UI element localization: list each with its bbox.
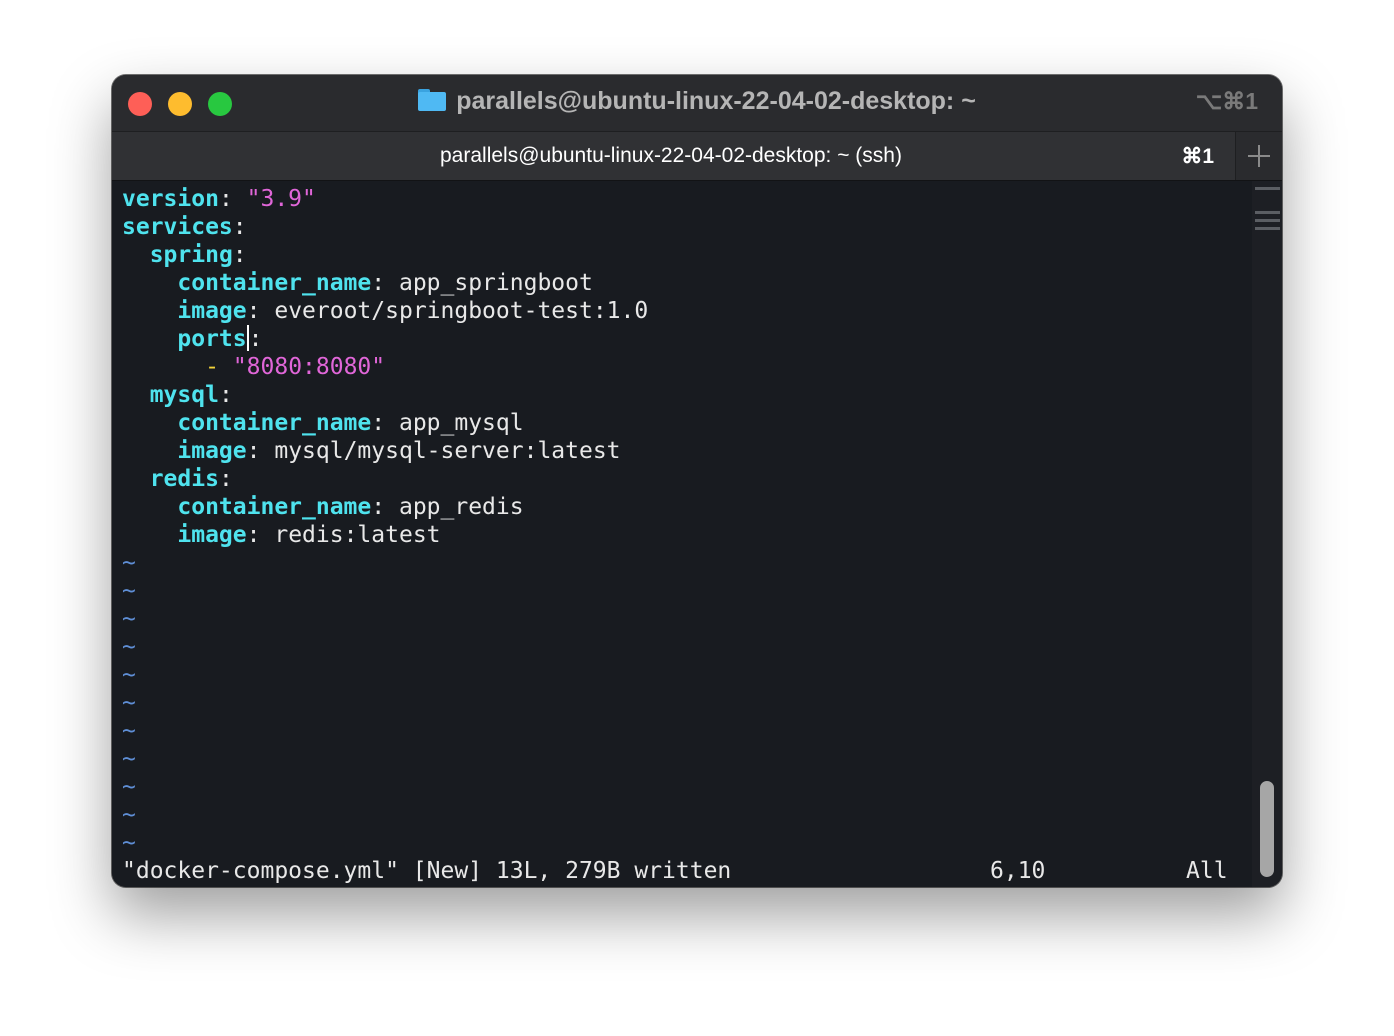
code-line: image: everoot/springboot-test:1.0 [177, 298, 649, 324]
scroll-indicator: All [1186, 858, 1228, 884]
scroll-grip [1255, 227, 1280, 230]
title-bar[interactable]: parallels@ubuntu-linux-22-04-02-desktop:… [112, 75, 1282, 131]
code-line: image: redis:latest [177, 522, 441, 548]
code-line: container_name: app_redis [177, 494, 524, 520]
tab-bar: parallels@ubuntu-linux-22-04-02-desktop:… [112, 131, 1282, 181]
tab-ssh[interactable]: parallels@ubuntu-linux-22-04-02-desktop:… [112, 144, 1230, 168]
empty-line-marker: ~ [122, 662, 136, 688]
code-line: services: [122, 214, 247, 240]
terminal-window: parallels@ubuntu-linux-22-04-02-desktop:… [112, 75, 1282, 887]
code-line: spring: [149, 242, 247, 268]
code-line: - "8080:8080" [205, 354, 386, 380]
empty-line-marker: ~ [122, 718, 136, 744]
code-line: redis: [149, 466, 233, 492]
scrollbar[interactable] [1252, 181, 1282, 887]
window-title-group: parallels@ubuntu-linux-22-04-02-desktop:… [112, 87, 1282, 116]
scroll-grip [1255, 187, 1280, 190]
scroll-grip [1255, 211, 1280, 214]
vim-editor[interactable]: version: "3.9" services: spring: contain… [112, 181, 1252, 887]
empty-line-marker: ~ [122, 774, 136, 800]
empty-line-marker: ~ [122, 634, 136, 660]
cursor-position: 6,10 [990, 858, 1046, 884]
status-message: "docker-compose.yml" [New] 13L, 279B wri… [122, 858, 732, 884]
empty-line-marker: ~ [122, 606, 136, 632]
window-shortcut: ⌥⌘1 [1195, 88, 1258, 114]
new-tab-button[interactable] [1235, 132, 1282, 180]
code-line: container_name: app_springboot [177, 270, 593, 296]
tab-shortcut: ⌘1 [1181, 145, 1214, 168]
empty-line-marker: ~ [122, 690, 136, 716]
code-line: container_name: app_mysql [177, 410, 524, 436]
code-line: mysql: [149, 382, 233, 408]
folder-icon [418, 89, 447, 111]
empty-line-marker: ~ [122, 746, 136, 772]
scroll-grip [1255, 219, 1280, 222]
window-title: parallels@ubuntu-linux-22-04-02-desktop:… [456, 87, 976, 115]
code-line: image: mysql/mysql-server:latest [177, 438, 621, 464]
code-line: ports: [177, 325, 263, 352]
empty-line-marker: ~ [122, 802, 136, 828]
scrollbar-thumb[interactable] [1260, 781, 1274, 877]
empty-line-marker: ~ [122, 550, 136, 576]
empty-line-marker: ~ [122, 830, 136, 856]
code-line: version: "3.9" [122, 186, 316, 212]
empty-line-marker: ~ [122, 578, 136, 604]
